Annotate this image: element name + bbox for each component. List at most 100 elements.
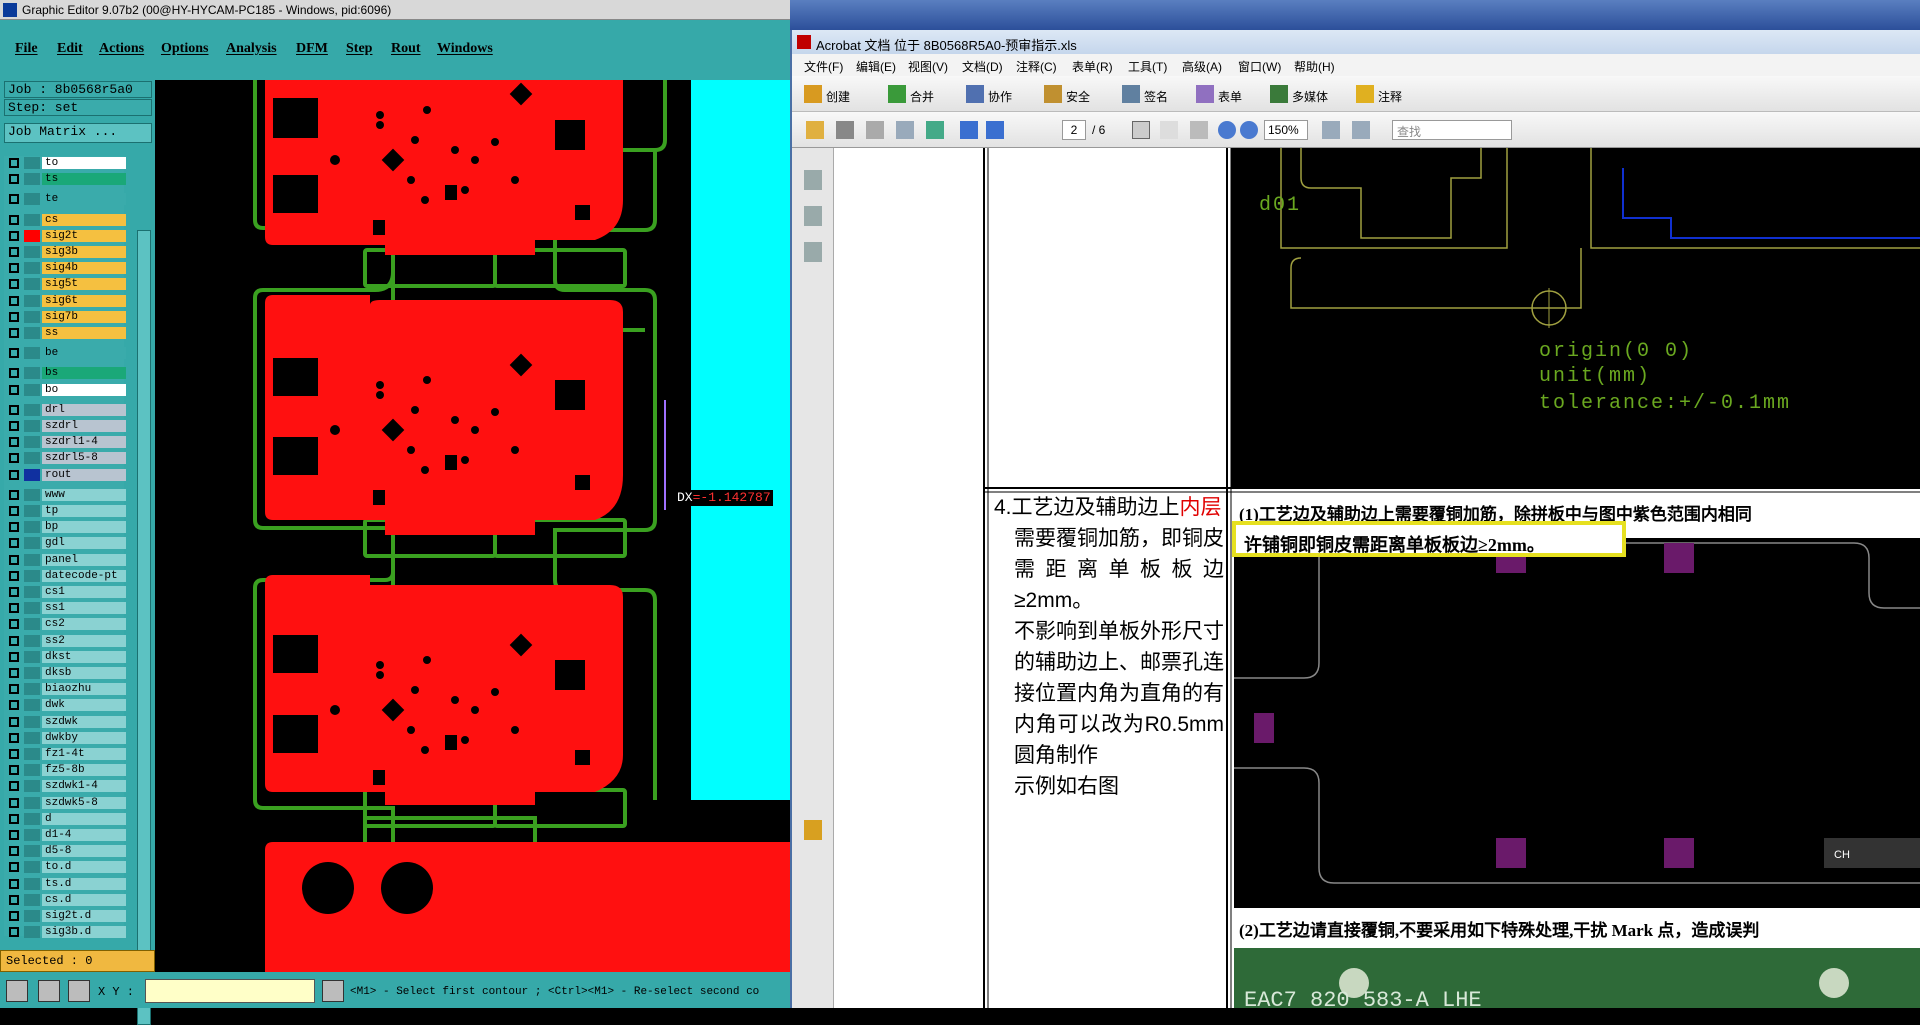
layer-checkbox[interactable] <box>9 603 19 614</box>
layer-checkbox[interactable] <box>9 797 19 808</box>
layer-color-swatch[interactable] <box>24 278 40 291</box>
next-page-icon[interactable] <box>986 121 1004 139</box>
layer-name[interactable]: cs <box>42 213 126 226</box>
layer-checkbox[interactable] <box>9 684 19 695</box>
layer-row[interactable]: ts <box>4 172 126 186</box>
layer-name[interactable]: cs2 <box>42 618 126 631</box>
layer-checkbox[interactable] <box>9 295 19 306</box>
layer-name[interactable]: szdwk5-8 <box>42 796 126 809</box>
layer-name[interactable]: szdrl1-4 <box>42 436 126 449</box>
layer-row[interactable]: ss2 <box>4 634 126 648</box>
pages-icon[interactable] <box>804 170 822 190</box>
layer-row[interactable]: drl <box>4 403 126 417</box>
menu-edit[interactable]: Edit <box>57 41 83 57</box>
layer-row[interactable]: sig3b <box>4 245 126 259</box>
layer-name[interactable]: cs1 <box>42 586 126 598</box>
layer-checkbox[interactable] <box>9 619 19 630</box>
layer-name[interactable]: sig4b <box>42 262 126 275</box>
layer-row[interactable]: cs.d <box>4 893 126 907</box>
layer-row[interactable]: te <box>4 192 126 206</box>
layer-color-swatch[interactable] <box>24 650 40 663</box>
layer-name[interactable]: biaozhu <box>42 683 126 696</box>
form-button[interactable]: 表单 <box>1218 88 1242 105</box>
layer-name[interactable]: bp <box>42 521 126 534</box>
layer-name[interactable]: d5-8 <box>42 845 126 858</box>
combine-button[interactable]: 合并 <box>910 88 934 105</box>
menu-rout[interactable]: Rout <box>391 41 421 57</box>
layer-color-swatch[interactable] <box>24 667 40 679</box>
layer-list-scrollbar[interactable] <box>137 230 151 1025</box>
page-number-input[interactable]: 2 <box>1062 120 1086 140</box>
layer-row[interactable]: fz5-8b <box>4 763 126 777</box>
layer-color-swatch[interactable] <box>24 748 40 760</box>
layer-checkbox[interactable] <box>9 174 19 185</box>
layer-row[interactable]: panel <box>4 553 126 567</box>
layer-row[interactable]: cs <box>4 213 126 227</box>
layer-checkbox[interactable] <box>9 437 19 448</box>
layer-checkbox[interactable] <box>9 878 19 889</box>
layer-checkbox[interactable] <box>9 348 19 359</box>
prev-page-icon[interactable] <box>960 121 978 139</box>
layer-checkbox[interactable] <box>9 651 19 662</box>
web-icon[interactable] <box>926 121 944 139</box>
layer-checkbox[interactable] <box>9 453 19 464</box>
layer-color-swatch[interactable] <box>24 229 40 242</box>
layer-row[interactable]: ss <box>4 326 126 340</box>
layer-name[interactable]: sig7b <box>42 310 126 323</box>
layer-row[interactable]: sig4b <box>4 261 126 275</box>
layer-checkbox[interactable] <box>9 732 19 743</box>
layer-row[interactable]: biaozhu <box>4 682 126 696</box>
layer-color-swatch[interactable] <box>24 893 40 906</box>
menu-analysis[interactable]: Analysis <box>226 41 277 57</box>
signatures-icon[interactable] <box>804 242 822 262</box>
layer-checkbox[interactable] <box>9 846 19 857</box>
layer-row[interactable]: szdrl <box>4 419 126 433</box>
layer-color-swatch[interactable] <box>24 780 40 793</box>
layer-color-swatch[interactable] <box>24 829 40 841</box>
layer-row[interactable]: d <box>4 812 126 826</box>
layer-name[interactable]: drl <box>42 403 126 416</box>
acmenu-window[interactable]: 窗口(W) <box>1238 58 1281 75</box>
layer-checkbox[interactable] <box>9 279 19 290</box>
layer-name[interactable]: gdl <box>42 537 126 550</box>
layer-checkbox[interactable] <box>9 894 19 905</box>
layer-color-swatch[interactable] <box>24 436 40 449</box>
layer-color-swatch[interactable] <box>24 537 40 550</box>
menu-step[interactable]: Step <box>346 41 372 57</box>
layer-checkbox[interactable] <box>9 765 19 776</box>
document-view[interactable]: d01 origin(0 0) unit(mm) tolerance:+/-0.… <box>834 148 1920 1008</box>
layer-name[interactable]: to.d <box>42 861 126 874</box>
layer-row[interactable]: sig2t.d <box>4 909 126 923</box>
layer-color-swatch[interactable] <box>24 861 40 874</box>
comment-button[interactable]: 注释 <box>1378 88 1402 105</box>
layer-checkbox[interactable] <box>9 522 19 533</box>
layer-checkbox[interactable] <box>9 421 19 431</box>
acmenu-doc[interactable]: 文档(D) <box>962 58 1003 75</box>
layer-name[interactable]: sig3b.d <box>42 926 126 939</box>
layer-row[interactable]: d5-8 <box>4 844 126 858</box>
sign-button[interactable]: 签名 <box>1144 88 1168 105</box>
layer-name[interactable]: szdwk1-4 <box>42 780 126 793</box>
layer-checkbox[interactable] <box>9 384 19 395</box>
grid-tool-icon[interactable] <box>68 980 90 1002</box>
layer-name[interactable]: panel <box>42 553 126 566</box>
layer-color-swatch[interactable] <box>24 926 40 939</box>
layer-color-swatch[interactable] <box>24 796 40 809</box>
layer-name[interactable]: cs.d <box>42 893 126 906</box>
layer-color-swatch[interactable] <box>24 294 40 307</box>
acmenu-view[interactable]: 视图(V) <box>908 58 948 75</box>
graphic-canvas[interactable] <box>155 80 790 972</box>
layer-row[interactable]: d1-4 <box>4 828 126 842</box>
layer-color-swatch[interactable] <box>24 845 40 858</box>
layer-color-swatch[interactable] <box>24 452 40 465</box>
layer-name[interactable]: dwk <box>42 699 126 712</box>
layer-name[interactable]: dkst <box>42 650 126 663</box>
layer-name[interactable]: sig6t <box>42 294 126 307</box>
layer-row[interactable]: dwkby <box>4 731 126 745</box>
acmenu-edit[interactable]: 编辑(E) <box>856 58 896 75</box>
create-button[interactable]: 创建 <box>826 88 850 105</box>
layer-color-swatch[interactable] <box>24 310 40 323</box>
layer-row[interactable]: tp <box>4 504 126 518</box>
layer-row[interactable]: szdwk5-8 <box>4 796 126 810</box>
layer-name[interactable]: sig3b <box>42 246 126 258</box>
